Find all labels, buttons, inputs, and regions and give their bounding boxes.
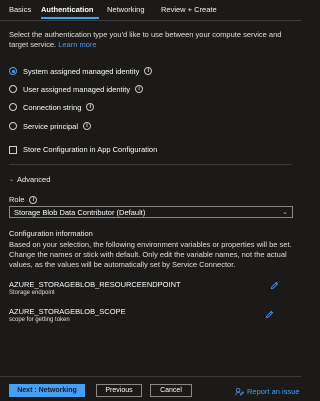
role-label: Role i [9, 195, 38, 204]
next-networking-button[interactable]: Next : Networking [9, 384, 85, 397]
store-config-label: Store Configuration in App Configuration [23, 145, 158, 154]
info-icon[interactable]: i [144, 67, 153, 75]
info-icon[interactable]: i [86, 103, 95, 111]
tab-bar: Basics Authentication Networking Review … [0, 0, 301, 21]
radio-connection-string[interactable]: Connection string i [9, 101, 95, 113]
report-issue-label: Report an issue [247, 387, 300, 396]
radio-label: Connection string [23, 102, 82, 112]
chevron-down-icon: ⌄ [282, 208, 288, 216]
info-icon[interactable]: i [83, 122, 92, 130]
info-icon[interactable]: i [29, 195, 38, 204]
variable-name[interactable]: AZURE_STORAGEBLOB_RESOURCEENDPOINT [9, 280, 181, 289]
auth-description: Select the authentication type you'd lik… [9, 30, 293, 50]
radio-label: System assigned managed identity [23, 66, 140, 76]
cancel-button[interactable]: Cancel [150, 384, 192, 397]
advanced-toggle[interactable]: ⌄ Advanced [9, 175, 50, 184]
variable-item: AZURE_STORAGEBLOB_SCOPE scope for gettin… [9, 307, 126, 324]
chevron-down-icon: ⌄ [9, 176, 15, 183]
variable-description: scope for getting token [9, 317, 70, 323]
radio-button-checked[interactable] [9, 67, 17, 75]
store-config-checkbox[interactable] [9, 145, 17, 154]
divider [9, 164, 292, 165]
radio-system-assigned[interactable]: System assigned managed identity i [9, 65, 153, 77]
variable-item: AZURE_STORAGEBLOB_RESOURCEENDPOINT Stora… [9, 280, 181, 297]
radio-service-principal[interactable]: Service principal i [9, 120, 92, 132]
advanced-label: Advanced [17, 175, 51, 184]
active-tab-indicator [41, 17, 99, 19]
tab-review-create[interactable]: Review + Create [161, 5, 217, 14]
feedback-icon [235, 387, 244, 396]
edit-icon[interactable] [270, 281, 279, 290]
tab-networking[interactable]: Networking [107, 5, 145, 14]
role-dropdown[interactable]: Storage Blob Data Contributor (Default) … [9, 206, 293, 218]
previous-button[interactable]: Previous [96, 384, 142, 397]
radio-label: User assigned managed identity [23, 84, 131, 94]
tab-authentication[interactable]: Authentication [41, 5, 94, 14]
edit-icon[interactable] [265, 310, 274, 319]
radio-button[interactable] [9, 103, 17, 111]
report-issue-link[interactable]: Report an issue [235, 387, 300, 396]
store-config-option[interactable]: Store Configuration in App Configuration [9, 145, 157, 154]
config-info-title: Configuration information [9, 229, 93, 238]
info-icon[interactable]: i [135, 85, 144, 93]
footer-bar: Next : Networking Previous Cancel Report… [0, 376, 301, 401]
role-label-text: Role [9, 195, 25, 204]
radio-button[interactable] [9, 85, 17, 93]
radio-user-assigned[interactable]: User assigned managed identity i [9, 83, 144, 95]
auth-description-text: Select the authentication type you'd lik… [9, 30, 282, 49]
role-selected-value: Storage Blob Data Contributor (Default) [14, 207, 146, 217]
config-info-description: Based on your selection, the following e… [9, 240, 292, 269]
learn-more-link[interactable]: Learn more [58, 40, 96, 49]
tab-basics[interactable]: Basics [9, 5, 31, 14]
variable-name[interactable]: AZURE_STORAGEBLOB_SCOPE [9, 307, 126, 316]
variable-description: Storage endpoint [9, 290, 55, 296]
radio-label: Service principal [23, 121, 79, 131]
radio-button[interactable] [9, 122, 17, 130]
